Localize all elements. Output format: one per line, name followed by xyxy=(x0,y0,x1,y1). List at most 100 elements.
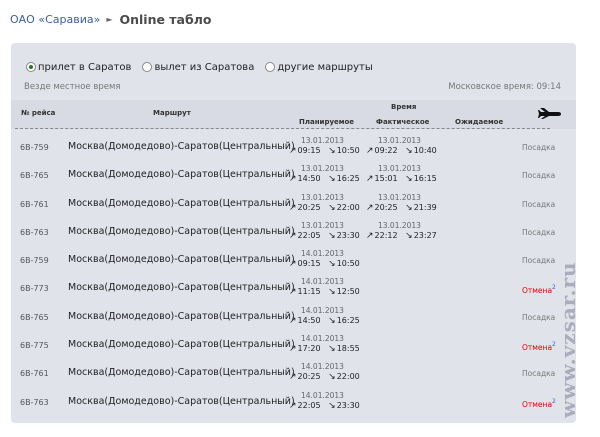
departure-time: 22:05 xyxy=(289,231,321,240)
status-text: Отмена xyxy=(522,343,553,353)
flight-number[interactable]: 6В-775 xyxy=(20,341,49,350)
date-label: 13.01.2013 xyxy=(378,136,421,145)
flight-number[interactable]: 6В-763 xyxy=(20,398,49,407)
flight-list: 6В-759 Москва(Домодедово)-Саратов(Центра… xyxy=(11,135,576,418)
watermark: www.vzsar.ru xyxy=(556,261,580,418)
arrival-time: 12:50 xyxy=(328,287,360,296)
radio-button[interactable] xyxy=(26,62,36,72)
planned-time-cell: 14.01.2013 17:20 18:55 xyxy=(289,334,365,360)
status-badge: Посадка xyxy=(522,143,555,152)
route: Москва(Домодедово)-Саратов(Центральный) xyxy=(68,254,295,266)
date-label: 13.01.2013 xyxy=(301,136,344,145)
flight-number[interactable]: 6В-765 xyxy=(20,171,49,180)
route: Москва(Домодедово)-Саратов(Центральный) xyxy=(68,169,295,181)
date-label: 13.01.2013 xyxy=(378,164,421,174)
planned-time-cell: 14.01.2013 09:15 10:50 xyxy=(289,249,365,275)
route: Москва(Домодедово)-Саратов(Центральный) xyxy=(68,395,295,407)
flight-number[interactable]: 6В-763 xyxy=(20,228,49,237)
actual-time-cell: 13.01.2013 22:12 23:27 xyxy=(366,221,442,247)
planned-time-cell: 13.01.2013 22:05 23:30 xyxy=(289,221,365,247)
col-time-header: Время xyxy=(391,103,417,111)
flight-number[interactable]: 6В-761 xyxy=(20,369,49,378)
radio-departure[interactable]: вылет из Саратова xyxy=(142,62,254,73)
date-label: 13.01.2013 xyxy=(378,220,421,230)
table-row: 6В-763 Москва(Домодедово)-Саратов(Центра… xyxy=(11,220,576,248)
direction-filter: прилет в Саратов вылет из Саратова други… xyxy=(26,60,384,74)
radio-other-routes[interactable]: другие маршруты xyxy=(265,61,373,73)
departure-time: 22:12 xyxy=(366,231,398,240)
departure-time: 20:25 xyxy=(289,203,321,212)
flight-number[interactable]: 6В-765 xyxy=(20,313,49,322)
table-row: 6В-773 Москва(Домодедово)-Саратов(Центра… xyxy=(11,276,576,304)
flight-number[interactable]: 6В-759 xyxy=(20,143,49,152)
times: 17:20 18:55 xyxy=(289,344,360,354)
radio-label: вылет из Саратова xyxy=(154,61,255,73)
route: Москва(Домодедово)-Саратов(Центральный) xyxy=(68,141,295,152)
times: 22:12 23:27 xyxy=(366,231,437,241)
status-text: Посадка xyxy=(522,312,556,322)
status-text: Отмена xyxy=(522,286,553,296)
arrival-time: 23:30 xyxy=(328,231,360,240)
arrival-time: 23:27 xyxy=(405,231,437,240)
planned-time-cell: 14.01.2013 14:50 16:25 xyxy=(289,306,365,332)
status-badge: Посадка xyxy=(522,171,555,180)
status-text: Посадка xyxy=(522,143,556,152)
date-label: 14.01.2013 xyxy=(301,362,344,372)
table-row: 6В-775 Москва(Домодедово)-Саратов(Центра… xyxy=(11,333,576,361)
col-planned-header: Планируемое xyxy=(299,118,355,126)
departure-time: 20:25 xyxy=(289,372,321,381)
departure-time: 09:15 xyxy=(289,146,321,155)
times: 20:25 22:00 xyxy=(289,372,360,382)
flight-number[interactable]: 6В-773 xyxy=(20,284,49,293)
local-time-note: Везде местное время xyxy=(24,82,121,92)
table-row: 6В-759 Москва(Домодедово)-Саратов(Центра… xyxy=(11,135,576,163)
table-row: 6В-761 Москва(Домодедово)-Саратов(Центра… xyxy=(11,361,576,389)
planned-time-cell: 14.01.2013 11:15 12:50 xyxy=(289,277,365,303)
moscow-time-value: 09:14 xyxy=(536,82,562,92)
radio-button[interactable] xyxy=(142,62,153,72)
radio-arrival[interactable]: прилет в Саратов xyxy=(26,62,131,73)
flight-number[interactable]: 6В-759 xyxy=(20,256,49,265)
route: Москва(Домодедово)-Саратов(Центральный) xyxy=(68,282,295,294)
planned-time-cell: 13.01.2013 20:25 22:00 xyxy=(289,193,365,219)
planned-time-cell: 14.01.2013 20:25 22:00 xyxy=(289,362,365,388)
flight-number[interactable]: 6В-761 xyxy=(20,200,49,209)
status-badge: Посадка xyxy=(522,256,555,265)
moscow-time-label: Московское время: xyxy=(448,82,534,92)
radio-label: другие маршруты xyxy=(277,61,373,73)
status-text: Отмена xyxy=(522,399,553,409)
times: 14:50 16:25 xyxy=(289,316,360,326)
times: 09:15 10:50 xyxy=(289,146,360,156)
radio-button[interactable] xyxy=(265,62,276,72)
times: 22:05 23:30 xyxy=(289,401,360,411)
departure-time: 09:15 xyxy=(289,259,321,268)
times: 14:50 16:25 xyxy=(289,174,360,184)
moscow-time: Московское время: 09:14 xyxy=(448,82,561,92)
times: 20:25 21:39 xyxy=(366,203,437,213)
col-route-header: Маршрут xyxy=(153,109,191,117)
status-badge: Посадка xyxy=(522,200,555,209)
planned-time-cell: 13.01.2013 14:50 16:25 xyxy=(289,164,365,190)
date-label: 14.01.2013 xyxy=(301,249,344,259)
arrival-time: 16:15 xyxy=(405,174,437,183)
departure-time: 22:05 xyxy=(289,401,321,410)
date-label: 14.01.2013 xyxy=(301,277,344,287)
col-expected-header: Ожидаемое xyxy=(455,118,504,126)
radio-label: прилет в Саратов xyxy=(38,61,132,73)
departure-time: 20:25 xyxy=(366,203,398,212)
arrival-time: 23:30 xyxy=(328,401,360,410)
route: Москва(Домодедово)-Саратов(Центральный) xyxy=(68,310,295,322)
arrival-time: 10:50 xyxy=(328,259,360,268)
status-text: Посадка xyxy=(522,369,556,379)
actual-time-cell: 13.01.2013 20:25 21:39 xyxy=(366,193,442,219)
date-label: 14.01.2013 xyxy=(301,305,344,315)
status-text: Посадка xyxy=(522,199,556,209)
col-flight-header: № рейса xyxy=(21,109,56,117)
planned-time-cell: 13.01.2013 09:15 10:50 xyxy=(289,136,365,162)
times: 09:15 10:50 xyxy=(289,259,360,269)
table-row: 6В-765 Москва(Домодедово)-Саратов(Центра… xyxy=(11,163,576,191)
breadcrumb-link-saravia[interactable]: ОАО «Саравиа» xyxy=(10,13,100,26)
arrival-time: 18:55 xyxy=(328,344,360,353)
date-label: 13.01.2013 xyxy=(378,192,421,202)
status-badge: Посадка xyxy=(522,369,555,378)
